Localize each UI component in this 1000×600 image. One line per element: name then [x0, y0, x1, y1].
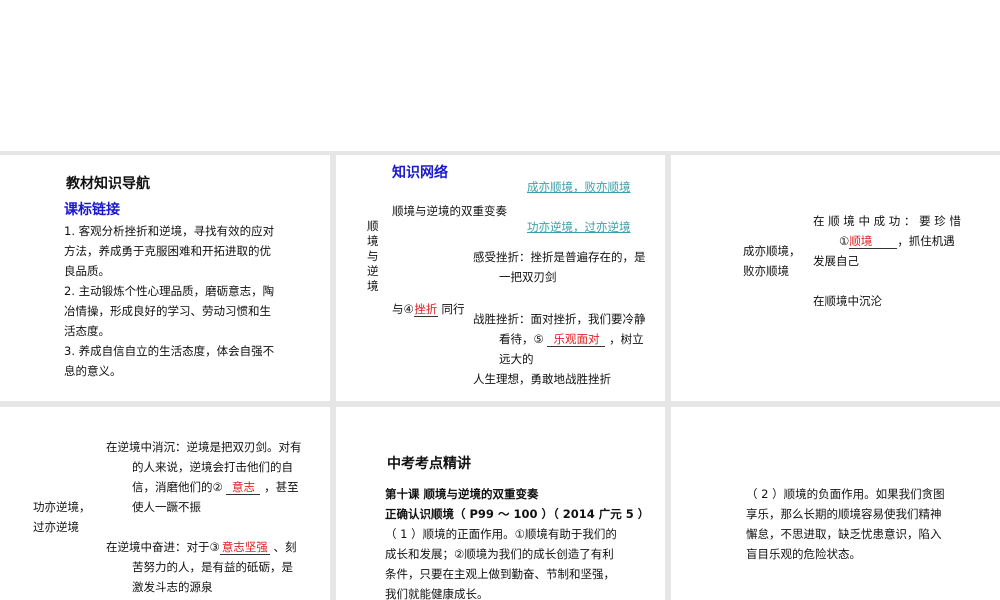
text-line: 方法，养成勇于克服困难和开拓进取的优 [64, 244, 271, 258]
slide-title: 中考考点精讲 [387, 456, 471, 472]
link-success-failure[interactable]: 成亦顺境，败亦顺境 [527, 177, 631, 197]
slide-title: 教材知识导航 [66, 176, 150, 192]
text-line: 1. 客观分析挫折和逆境，寻找有效的应对 [64, 224, 275, 238]
text-line: 发展自己 [813, 254, 859, 268]
slide-negative-effects[interactable]: （ 2 ）顺境的负面作用。如果我们贪图 享乐，那么长期的顺境容易使我们精神 懈怠… [671, 407, 1000, 600]
text-line: 良品质。 [64, 264, 110, 278]
text-line: 功亦逆境， [33, 500, 91, 514]
slide-exam-points[interactable]: 中考考点精讲 第十课 顺境与逆境的双重变奏 正确认识顺境（ P99 ～ 100 … [336, 407, 665, 600]
text-line: 激发斗志的源泉 [132, 580, 213, 594]
text-line: 冶情操，形成良好的学习、劳动习惯和生 [64, 304, 271, 318]
answer-blank-3: 意志坚强 [219, 540, 270, 555]
topic-heading: 正确认识顺境（ P99 ～ 100 ）（ 2014 广元 5 ） [385, 507, 650, 521]
text-line: 败亦顺境 [743, 264, 789, 278]
text-line: （ 2 ）顺境的负面作用。如果我们贪图 [746, 487, 945, 501]
text-line: 享乐，那么长期的顺境容易使我们精神 [746, 507, 942, 521]
text: 信，消磨他们的② [132, 480, 223, 494]
text: 同行 [441, 302, 465, 316]
text-line: 2. 主动锻炼个性心理品质，磨砺意志，陶 [64, 284, 275, 298]
text: ，抓住机遇 [897, 234, 955, 248]
text-line: 远大的 [499, 352, 534, 366]
text-line: 苦努力的人，是有益的砥砺，是 [132, 560, 293, 574]
text: 、刻 [273, 540, 297, 554]
text-line: 的人来说，逆境会打击他们的自 [132, 460, 293, 474]
text-line: 过亦逆境 [33, 520, 79, 534]
answer-blank-4: 挫折 [413, 302, 438, 317]
answer-blank-2: 意志 [226, 480, 261, 495]
text-line: 条件，只要在主观上做到勤奋、节制和坚强， [385, 567, 615, 581]
answer-blank-5: 乐观面对 [547, 332, 606, 347]
root-label: 顺境与逆境 [367, 219, 379, 293]
text-line: 在 顺 境 中 成 功 ： 要 珍 惜 [813, 214, 961, 228]
text-line: 活态度。 [64, 324, 110, 338]
text: 在逆境中奋进：对于③ [106, 540, 220, 554]
text-line: 战胜挫折：面对挫折，我们要冷静 [473, 312, 646, 326]
slide-grid: 教材知识导航 课标链接 1. 客观分析挫折和逆境，寻找有效的应对 方法，养成勇于… [0, 151, 1000, 600]
text-line: 息的意义。 [64, 364, 122, 378]
text-line: 成亦顺境， [743, 244, 801, 258]
top-blank-area [0, 0, 1000, 151]
slide-favorable-circumstances[interactable]: 成亦顺境， 败亦顺境 在 顺 境 中 成 功 ： 要 珍 惜 ①顺境 ，抓住机遇 … [671, 155, 1000, 401]
lesson-heading: 第十课 顺境与逆境的双重变奏 [385, 487, 539, 501]
text-line: 在顺境中沉沦 [813, 294, 882, 308]
text: ，甚至 [264, 480, 299, 494]
slide-textbook-guide[interactable]: 教材知识导航 课标链接 1. 客观分析挫折和逆境，寻找有效的应对 方法，养成勇于… [0, 155, 330, 401]
text-line: 3. 养成自信自立的生活态度，体会自强不 [64, 344, 275, 358]
answer-blank-1: 顺境 [849, 234, 898, 249]
text: 与④ [392, 302, 414, 316]
text-line: 使人一蹶不振 [132, 500, 201, 514]
text-line: （ 1 ）顺境的正面作用。①顺境有助于我们的 [385, 527, 617, 541]
text-line: 我们就能健康成长。 [385, 587, 489, 600]
text-line: 在逆境中消沉：逆境是把双刃剑。对有 [106, 440, 302, 454]
text: ，树立 [609, 332, 644, 346]
slide-adverse-circumstances[interactable]: 功亦逆境， 过亦逆境 在逆境中消沉：逆境是把双刃剑。对有 的人来说，逆境会打击他… [0, 407, 330, 600]
slide-knowledge-network[interactable]: 知识网络 成亦顺境，败亦顺境 顺境与逆境的双重变奏 功亦逆境，过亦逆境 顺境与逆… [336, 155, 665, 401]
slide-title: 知识网络 [392, 165, 448, 181]
text-line: 人生理想，勇敢地战胜挫折 [473, 372, 611, 386]
text: 看待，⑤ [499, 332, 544, 346]
text: ① [839, 234, 850, 248]
text-line: 一把双刃剑 [499, 270, 557, 284]
text-line: 成长和发展；②顺境为我们的成长创造了有利 [385, 547, 614, 561]
branch-label: 顺境与逆境的双重变奏 [392, 204, 507, 218]
link-merit-fault[interactable]: 功亦逆境，过亦逆境 [527, 217, 631, 237]
text-line: 懈怠，不思进取，缺乏忧患意识，陷入 [746, 527, 942, 541]
text-line: 盲目乐观的危险状态。 [746, 547, 861, 561]
text-line: 感受挫折：挫折是普遍存在的，是 [473, 250, 646, 264]
section-heading: 课标链接 [64, 202, 120, 218]
